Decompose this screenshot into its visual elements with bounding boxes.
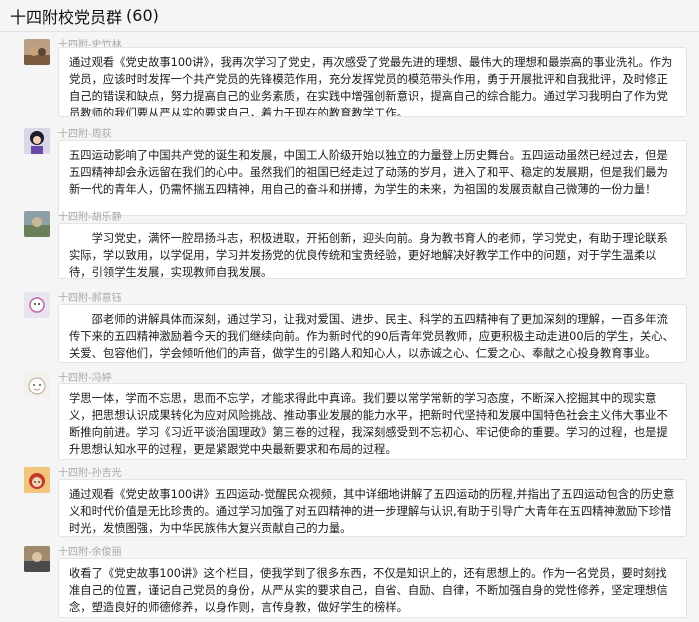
message-bubble[interactable]: 收看了《党史故事100讲》这个栏目，使我学到了很多东西，不仅是知识上的，还有思想… (58, 558, 687, 618)
message-bubble[interactable]: 学思一体，学而不忘思，思而不忘学，才能求得此中真谛。我们要以常学常新的学习态度，… (58, 383, 687, 460)
message-bubble[interactable]: 学习党史，满怀一腔昂扬斗志，积极进取，开拓创新，迎头向前。身为教书育人的老师，学… (58, 223, 687, 279)
sender-name: 十四附-余俊丽 (58, 547, 122, 558)
avatar-icon[interactable] (24, 211, 50, 237)
member-count: (60) (126, 6, 159, 25)
avatar-icon[interactable] (24, 39, 50, 65)
message-bubble[interactable]: 通过观看《党史故事100讲》，我再次学习了党史，再次感受了党最先进的理想、最伟大… (58, 47, 687, 117)
message-bubble[interactable]: 五四运动影响了中国共产党的诞生和发展，中国工人阶级开始以独立的力量登上历史舞台。… (58, 140, 687, 216)
avatar-icon[interactable] (24, 467, 50, 493)
sender-name: 十四附-郝意钰 (58, 293, 122, 304)
avatar-icon[interactable] (24, 372, 50, 398)
avatar-icon[interactable] (24, 128, 50, 154)
avatar-icon[interactable] (24, 292, 50, 318)
message-bubble[interactable]: 通过观看《党史故事100讲》五四运动-觉醒民众视频，其中详细地讲解了五四运动的历… (58, 479, 687, 537)
sender-name: 十四附-冯婷 (58, 373, 112, 384)
sender-name: 十四附-孙吉光 (58, 468, 122, 479)
group-title[interactable]: 十四附校党员群 (10, 4, 122, 28)
sender-name: 十四附-胡乐静 (58, 212, 122, 223)
avatar-icon[interactable] (24, 546, 50, 572)
chat-history[interactable]: 十四附-史竹林 通过观看《党史故事100讲》，我再次学习了党史，再次感受了党最先… (0, 33, 699, 622)
message-bubble[interactable]: 邵老师的讲解具体而深刻，通过学习，让我对爱国、进步、民主、科学的五四精神有了更加… (58, 304, 687, 363)
chat-header: 十四附校党员群 (60) (0, 0, 699, 32)
sender-name: 十四附-周荻 (58, 129, 112, 140)
